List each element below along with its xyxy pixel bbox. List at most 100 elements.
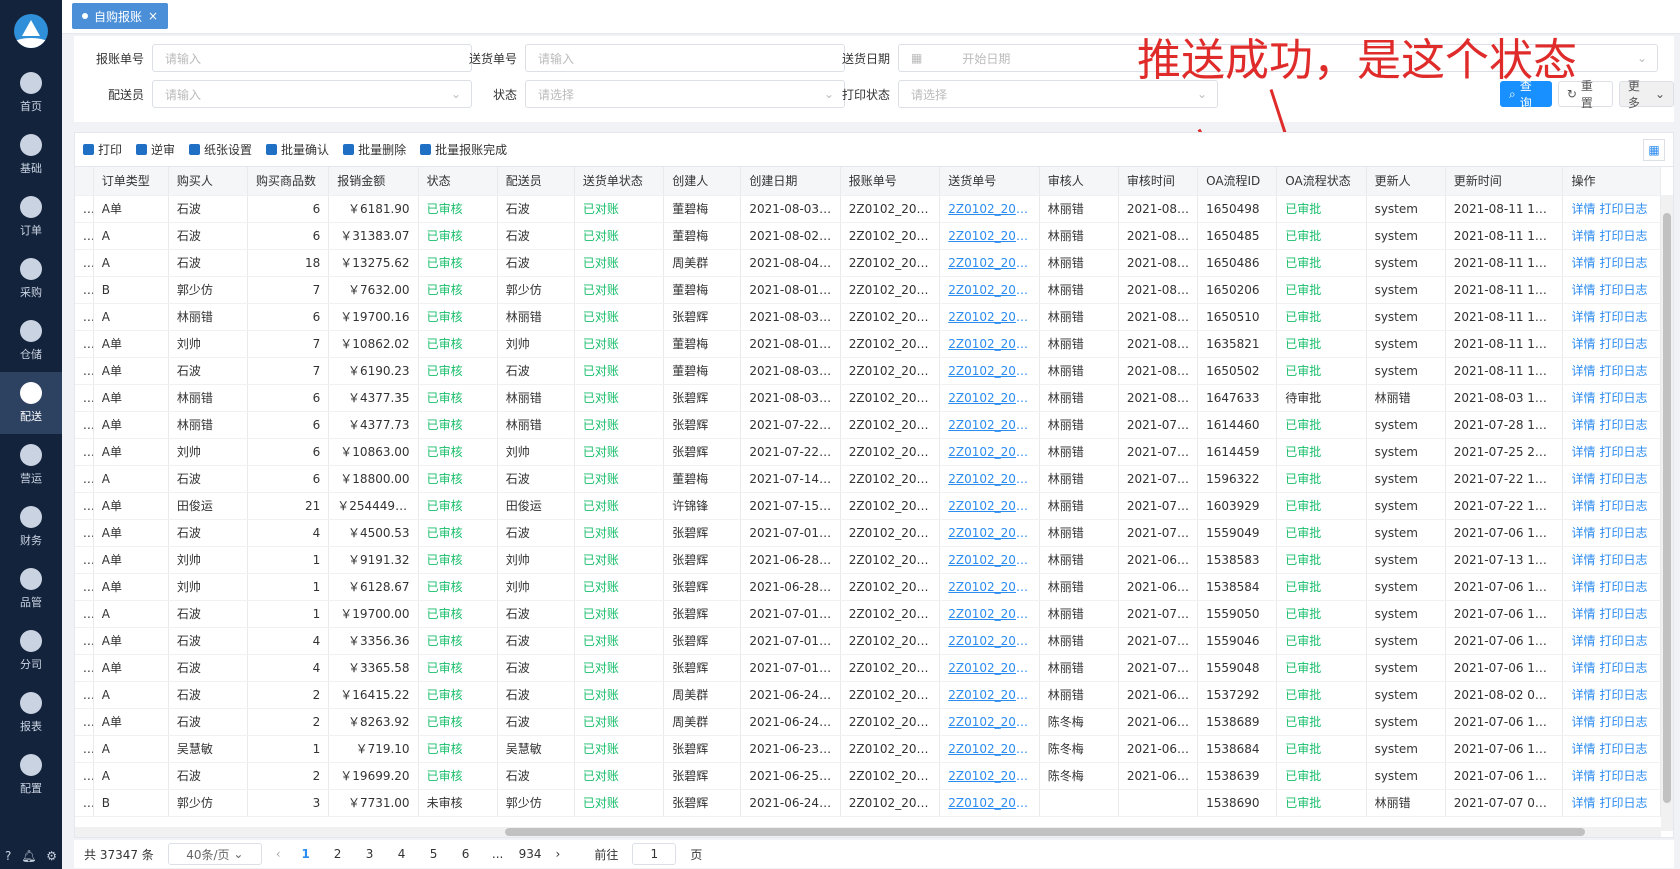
page-number[interactable]: ... xyxy=(487,847,509,861)
detail-link[interactable]: 详情 xyxy=(1571,607,1595,621)
detail-link[interactable]: 详情 xyxy=(1571,715,1595,729)
table-row[interactable]: .. A 吴慧敏 1 ￥719.10 已审核 吴慧敏 已对账 张碧辉 2021-06-23 ...… xyxy=(75,735,1661,763)
detail-link[interactable]: 详情 xyxy=(1571,742,1595,756)
toolbar-button-0[interactable]: 打印 xyxy=(83,141,122,158)
detail-link[interactable]: 详情 xyxy=(1571,283,1595,297)
toolbar-button-4[interactable]: 批量删除 xyxy=(343,141,406,158)
print-log-link[interactable]: 打印日志 xyxy=(1599,796,1647,810)
print-log-link[interactable]: 打印日志 xyxy=(1599,742,1647,756)
table-cell[interactable]: 2Z0102_202... xyxy=(939,195,1040,223)
print-log-link[interactable]: 打印日志 xyxy=(1599,661,1647,675)
status-select[interactable]: 请选择 ⌄ xyxy=(525,80,845,108)
print-log-link[interactable]: 打印日志 xyxy=(1599,202,1647,216)
print-log-link[interactable]: 打印日志 xyxy=(1599,256,1647,270)
next-page-icon[interactable]: › xyxy=(556,847,561,861)
column-header[interactable]: 订单类型 xyxy=(93,167,169,196)
column-header[interactable]: OA流程ID xyxy=(1197,167,1278,196)
table-cell[interactable]: 2Z0102_202... xyxy=(939,627,1040,655)
sidebar-item-order[interactable]: 订单 xyxy=(0,186,62,248)
column-header[interactable]: 审核人 xyxy=(1039,167,1119,196)
print-log-link[interactable]: 打印日志 xyxy=(1599,553,1647,567)
delivery-no-input[interactable]: 请输入 xyxy=(525,44,845,72)
column-header[interactable]: 送货单状态 xyxy=(574,167,665,196)
print-log-link[interactable]: 打印日志 xyxy=(1599,337,1647,351)
table-cell[interactable]: 2Z0102_202... xyxy=(939,222,1040,250)
print-log-link[interactable]: 打印日志 xyxy=(1599,526,1647,540)
table-cell[interactable]: 2Z0102_202... xyxy=(939,303,1040,331)
table-cell[interactable]: 2Z0102_202... xyxy=(939,384,1040,412)
print-log-link[interactable]: 打印日志 xyxy=(1599,472,1647,486)
detail-link[interactable]: 详情 xyxy=(1571,661,1595,675)
sidebar-item-report[interactable]: 报表 xyxy=(0,682,62,744)
detail-link[interactable]: 详情 xyxy=(1571,445,1595,459)
table-row[interactable]: .. A单 刘帅 1 ￥6128.67 已审核 刘帅 已对账 张碧辉 2021-06-28 ...… xyxy=(75,573,1661,601)
column-header[interactable]: 创建日期 xyxy=(740,167,841,196)
table-cell[interactable]: 2Z0102_202... xyxy=(939,330,1040,358)
print-log-link[interactable]: 打印日志 xyxy=(1599,229,1647,243)
column-header[interactable]: 更新时间 xyxy=(1445,167,1564,196)
column-header[interactable]: 送货单号 xyxy=(939,167,1040,196)
detail-link[interactable]: 详情 xyxy=(1571,364,1595,378)
detail-link[interactable]: 详情 xyxy=(1571,796,1595,810)
detail-link[interactable]: 详情 xyxy=(1571,688,1595,702)
table-cell[interactable]: 2Z0102_202... xyxy=(939,276,1040,304)
table-row[interactable]: .. A 石波 2 ￥19699.20 已审核 石波 已对账 张碧辉 2021-06-25 ...… xyxy=(75,762,1661,790)
table-cell[interactable]: 2Z0102_202... xyxy=(939,546,1040,574)
column-header[interactable]: 更新人 xyxy=(1366,167,1446,196)
table-row[interactable]: .. A单 石波 4 ￥3365.58 已审核 石波 已对账 张碧辉 2021-07-01 ...… xyxy=(75,654,1661,682)
table-row[interactable]: .. A单 刘帅 1 ￥9191.32 已审核 刘帅 已对账 张碧辉 2021-06-28 ...… xyxy=(75,546,1661,574)
detail-link[interactable]: 详情 xyxy=(1571,229,1595,243)
detail-link[interactable]: 详情 xyxy=(1571,580,1595,594)
sidebar-item-branch[interactable]: 分司 xyxy=(0,620,62,682)
column-header[interactable]: 配送员 xyxy=(497,167,575,196)
table-row[interactable]: .. A单 石波 4 ￥3356.36 已审核 石波 已对账 张碧辉 2021-07-01 ...… xyxy=(75,627,1661,655)
column-header[interactable]: 购买人 xyxy=(168,167,249,196)
detail-link[interactable]: 详情 xyxy=(1571,499,1595,513)
help-icon[interactable]: ? xyxy=(5,849,11,863)
table-cell[interactable]: 2Z0102_202... xyxy=(939,357,1040,385)
table-cell[interactable]: 2Z0102_202... xyxy=(939,465,1040,493)
page-number[interactable]: 3 xyxy=(359,847,381,861)
table-row[interactable]: .. A单 田俊运 21 ￥254449.53 已审核 田俊运 已对账 许锦锋 2021-07-1… xyxy=(75,492,1661,520)
detail-link[interactable]: 详情 xyxy=(1571,472,1595,486)
table-row[interactable]: .. A单 石波 6 ￥6181.90 已审核 石波 已对账 董碧梅 2021-08-03 ...… xyxy=(75,195,1661,223)
sidebar-item-operation[interactable]: 营运 xyxy=(0,434,62,496)
print-log-link[interactable]: 打印日志 xyxy=(1599,364,1647,378)
table-row[interactable]: .. A单 石波 7 ￥6190.23 已审核 石波 已对账 董碧梅 2021-08-03 ...… xyxy=(75,357,1661,385)
table-row[interactable]: .. A单 石波 2 ￥8263.92 已审核 石波 已对账 周美群 2021-06-24 ...… xyxy=(75,708,1661,736)
close-icon[interactable]: × xyxy=(148,9,158,23)
column-header[interactable]: OA流程状态 xyxy=(1276,167,1367,196)
detail-link[interactable]: 详情 xyxy=(1571,256,1595,270)
print-log-link[interactable]: 打印日志 xyxy=(1599,634,1647,648)
page-number[interactable]: 5 xyxy=(423,847,445,861)
table-row[interactable]: .. A 石波 1 ￥19700.00 已审核 石波 已对账 张碧辉 2021-07-01 ...… xyxy=(75,600,1661,628)
print-log-link[interactable]: 打印日志 xyxy=(1599,715,1647,729)
table-row[interactable]: .. A 石波 2 ￥16415.22 已审核 石波 已对账 周美群 2021-06-24 ...… xyxy=(75,681,1661,709)
column-header[interactable]: 创建人 xyxy=(663,167,742,196)
detail-link[interactable]: 详情 xyxy=(1571,202,1595,216)
page-number[interactable]: 4 xyxy=(391,847,413,861)
column-header[interactable]: 购买商品数 xyxy=(247,167,330,196)
detail-link[interactable]: 详情 xyxy=(1571,391,1595,405)
tab-self-purchase-report[interactable]: 自购报账 × xyxy=(72,3,169,29)
detail-link[interactable]: 详情 xyxy=(1571,310,1595,324)
table-row[interactable]: .. A单 林丽错 6 ￥4377.35 已审核 林丽错 已对账 张碧辉 2021-08-03 .… xyxy=(75,384,1661,412)
bell-icon[interactable]: 🔔︎ xyxy=(21,849,36,863)
table-row[interactable]: .. B 郭少仿 7 ￥7632.00 已审核 郭少仿 已对账 董碧梅 2021-08-01 ..… xyxy=(75,276,1661,304)
page-number[interactable]: 934 xyxy=(519,847,542,861)
table-cell[interactable]: 2Z0102_202... xyxy=(939,438,1040,466)
print-log-link[interactable]: 打印日志 xyxy=(1599,391,1647,405)
print-log-link[interactable]: 打印日志 xyxy=(1599,688,1647,702)
toolbar-button-2[interactable]: 纸张设置 xyxy=(189,141,252,158)
print-log-link[interactable]: 打印日志 xyxy=(1599,607,1647,621)
report-no-input[interactable]: 请输入 xyxy=(152,44,472,72)
print-log-link[interactable]: 打印日志 xyxy=(1599,499,1647,513)
page-number[interactable]: 1 xyxy=(295,847,317,861)
detail-link[interactable]: 详情 xyxy=(1571,526,1595,540)
table-cell[interactable]: 2Z0102_202... xyxy=(939,519,1040,547)
column-header[interactable]: 操作 xyxy=(1562,167,1661,196)
toolbar-button-5[interactable]: 批量报账完成 xyxy=(420,141,507,158)
detail-link[interactable]: 详情 xyxy=(1571,337,1595,351)
vertical-scrollbar[interactable] xyxy=(1661,195,1673,831)
print-log-link[interactable]: 打印日志 xyxy=(1599,445,1647,459)
